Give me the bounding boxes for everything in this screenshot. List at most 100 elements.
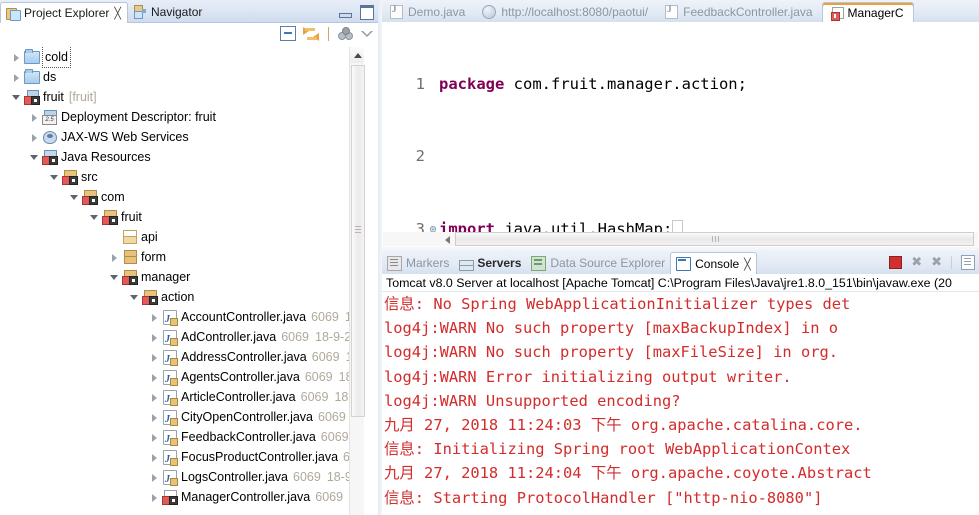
twisty-icon[interactable] bbox=[48, 171, 61, 184]
editor-tab-browser[interactable]: http://localhost:8080/paotui/ bbox=[474, 2, 657, 22]
view-tab-navigator[interactable]: Navigator bbox=[128, 1, 208, 22]
tree-item-label: com bbox=[101, 190, 125, 204]
scroll-left-icon[interactable] bbox=[439, 233, 455, 246]
left-view-tabbar: Project Explorer ╳ Navigator bbox=[0, 0, 380, 23]
java-error-file-icon bbox=[830, 7, 844, 21]
twisty-icon[interactable] bbox=[148, 391, 161, 404]
view-tab-project-explorer[interactable]: Project Explorer ╳ bbox=[0, 2, 128, 23]
twisty-icon[interactable] bbox=[28, 151, 41, 164]
tree-item[interactable]: ds bbox=[0, 67, 380, 87]
editor-tab-label: FeedbackController.java bbox=[683, 5, 813, 19]
view-dropdown-icon[interactable] bbox=[360, 29, 374, 39]
tree-item[interactable]: action bbox=[0, 287, 380, 307]
twisty-icon[interactable] bbox=[148, 371, 161, 384]
twisty-icon[interactable] bbox=[148, 311, 161, 324]
tree-item[interactable]: ArticleController.java 6069 18- bbox=[0, 387, 380, 410]
tree-item-size: 6069 bbox=[311, 350, 340, 364]
twisty-icon[interactable] bbox=[10, 91, 23, 104]
tree-item[interactable]: AdController.java 6069 18-9-2 bbox=[0, 327, 380, 350]
tree-item[interactable]: ManagerController.java 6069 bbox=[0, 487, 380, 507]
editor-tab-feedbackcontroller[interactable]: FeedbackController.java bbox=[657, 2, 821, 22]
tree-item[interactable]: src bbox=[0, 167, 380, 187]
project-tree-scrollbar[interactable] bbox=[349, 47, 365, 515]
console-line: log4j:WARN No such property [maxFileSize… bbox=[384, 343, 839, 362]
tab-data-source-explorer[interactable]: Data Source Explorer bbox=[526, 252, 670, 274]
view-tab-label: Project Explorer bbox=[24, 6, 110, 20]
console-output[interactable]: Tomcat v8.0 Server at localhost [Apache … bbox=[382, 274, 979, 515]
tree-item[interactable]: cold bbox=[0, 47, 380, 68]
editor-tab-managercontroller[interactable]: ManagerC bbox=[821, 2, 914, 23]
maximize-icon[interactable] bbox=[360, 5, 374, 20]
tree-item[interactable]: JAX-WS Web Services bbox=[0, 127, 380, 147]
tree-item[interactable]: manager bbox=[0, 267, 380, 287]
tab-markers[interactable]: Markers bbox=[382, 252, 454, 274]
twisty-icon[interactable] bbox=[148, 451, 161, 464]
twisty-icon[interactable] bbox=[148, 331, 161, 344]
twisty-icon[interactable] bbox=[10, 71, 23, 84]
tree-item[interactable]: FocusProductController.java 60 bbox=[0, 447, 380, 470]
tree-item[interactable]: AddressController.java 6069 1 bbox=[0, 347, 380, 370]
folder-icon bbox=[23, 69, 40, 85]
tree-item-label: LogsController.java bbox=[181, 470, 289, 484]
tab-console[interactable]: Console ╳ bbox=[670, 252, 757, 275]
twisty-icon[interactable] bbox=[68, 191, 81, 204]
tree-item[interactable]: AgentsController.java 6069 18 bbox=[0, 367, 380, 390]
tab-label: Servers bbox=[477, 256, 522, 270]
java-error-file-icon bbox=[161, 489, 178, 505]
scrollbar-thumb[interactable] bbox=[351, 65, 365, 417]
twisty-icon[interactable] bbox=[108, 251, 121, 264]
close-icon[interactable]: ╳ bbox=[744, 258, 751, 271]
tree-item-label: Deployment Descriptor: fruit bbox=[61, 110, 216, 124]
tab-label: Console bbox=[695, 257, 740, 271]
editor-tab-demo[interactable]: Demo.java bbox=[382, 2, 474, 22]
project-explorer-icon bbox=[6, 7, 21, 21]
twisty-icon[interactable] bbox=[10, 51, 23, 64]
terminate-icon[interactable] bbox=[889, 256, 903, 269]
tree-item[interactable]: api bbox=[0, 227, 380, 247]
tree-item[interactable]: com bbox=[0, 187, 380, 207]
tree-item-size: 6069 bbox=[320, 430, 349, 444]
project-tree[interactable]: cold ds fruit [fruit] 2.5 Deployment Des… bbox=[0, 47, 380, 515]
java-file-icon bbox=[665, 4, 679, 19]
tree-item[interactable]: LogsController.java 6069 18-9- bbox=[0, 467, 380, 490]
tree-item[interactable]: AccountController.java 6069 18 bbox=[0, 307, 380, 330]
tree-item-label: form bbox=[141, 250, 166, 264]
twisty-icon[interactable] bbox=[148, 491, 161, 504]
twisty-icon[interactable] bbox=[28, 111, 41, 124]
tree-item[interactable]: CityOpenController.java 6069 bbox=[0, 407, 380, 430]
editor-horizontal-scrollbar[interactable] bbox=[383, 232, 978, 246]
scrollbar-thumb[interactable] bbox=[455, 232, 974, 246]
tree-item[interactable]: FeedbackController.java 6069 bbox=[0, 427, 380, 450]
tree-item-size: 6069 bbox=[281, 330, 310, 344]
java-file-icon bbox=[390, 4, 403, 19]
clear-console-icon[interactable] bbox=[961, 255, 975, 270]
twisty-icon[interactable] bbox=[148, 411, 161, 424]
link-with-editor-icon[interactable] bbox=[303, 26, 319, 41]
tree-item[interactable]: fruit bbox=[0, 207, 380, 227]
twisty-icon[interactable] bbox=[28, 131, 41, 144]
remove-launch-icon[interactable]: ✖ bbox=[911, 255, 922, 270]
close-icon[interactable]: ╳ bbox=[114, 7, 121, 20]
tree-item[interactable]: fruit [fruit] bbox=[0, 87, 380, 107]
twisty-icon[interactable] bbox=[148, 471, 161, 484]
collapse-all-icon[interactable] bbox=[280, 26, 296, 41]
tree-item[interactable]: Java Resources bbox=[0, 147, 380, 167]
console-line: 信息: Initializing Spring root WebApplicat… bbox=[384, 440, 851, 459]
package-error-icon bbox=[141, 289, 158, 305]
scroll-up-icon[interactable] bbox=[350, 47, 364, 63]
tree-item[interactable]: form bbox=[0, 247, 380, 267]
tab-servers[interactable]: Servers bbox=[454, 252, 526, 274]
twisty-icon[interactable] bbox=[148, 351, 161, 364]
remove-all-terminated-icon[interactable]: ✖ bbox=[931, 255, 942, 270]
view-menu-icon[interactable] bbox=[338, 27, 353, 40]
tree-item[interactable]: 2.5 Deployment Descriptor: fruit bbox=[0, 107, 380, 127]
java-file-icon bbox=[161, 429, 178, 450]
code-editor[interactable]: 1 package com.fruit.manager.action; 2 3 … bbox=[382, 22, 979, 247]
twisty-icon[interactable] bbox=[128, 291, 141, 304]
twisty-icon[interactable] bbox=[148, 431, 161, 444]
minimize-icon[interactable] bbox=[339, 12, 352, 18]
twisty-icon[interactable] bbox=[88, 211, 101, 224]
project-error-icon bbox=[23, 89, 40, 105]
tree-item-label: cold bbox=[42, 47, 71, 68]
twisty-icon[interactable] bbox=[108, 271, 121, 284]
